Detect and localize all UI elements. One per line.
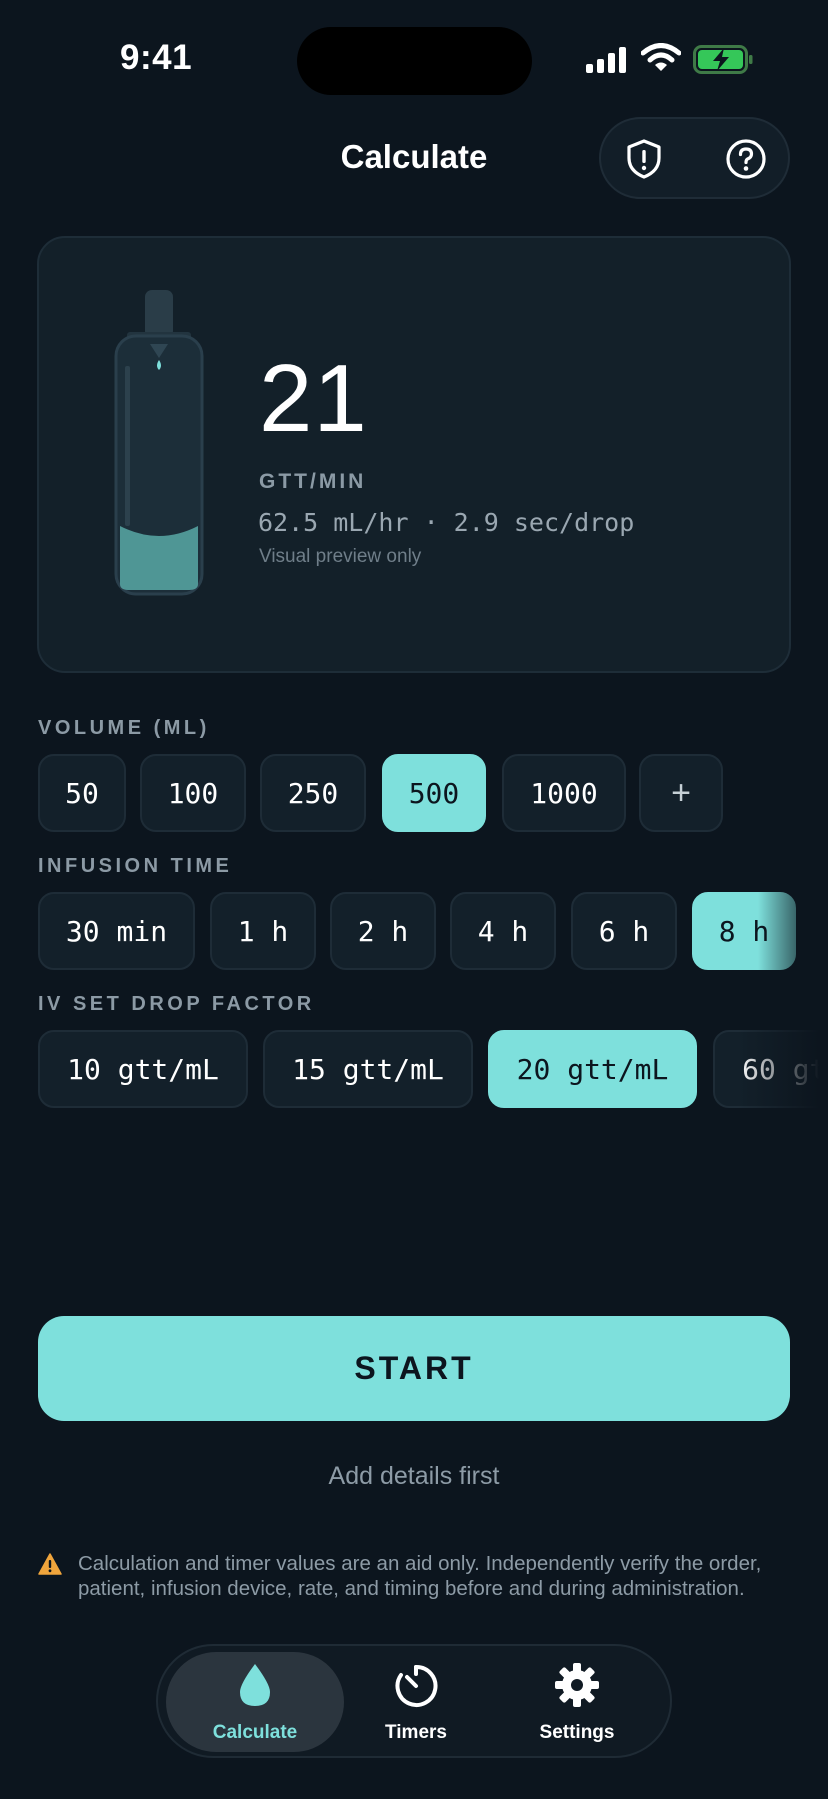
drop-icon: [240, 1664, 270, 1706]
drop-factor-label: IV SET DROP FACTOR: [38, 993, 315, 1015]
iv-bag-illustration: [114, 290, 204, 596]
drip-rate-value: 21: [259, 345, 368, 452]
time-option-30-min[interactable]: 30 min: [38, 892, 195, 970]
time-option-2-h[interactable]: 2 h: [330, 892, 436, 970]
disclaimer-text: Calculation and timer values are an aid …: [78, 1552, 762, 1600]
time-option-4-h[interactable]: 4 h: [450, 892, 556, 970]
tab-label: Settings: [539, 1722, 615, 1743]
infusion-time-options: 30 min 1 h 2 h 4 h 6 h 8 h: [38, 892, 828, 970]
start-button[interactable]: START: [38, 1316, 790, 1421]
volume-option-100[interactable]: 100: [140, 754, 246, 832]
drip-rate-unit: GTT/MIN: [259, 470, 367, 493]
tab-timers[interactable]: Timers: [327, 1652, 505, 1752]
drop-factor-option-15[interactable]: 15 gtt/mL: [263, 1030, 473, 1108]
drop-factor-options: 10 gtt/mL 15 gtt/mL 20 gtt/mL 60 gtt/mL: [38, 1030, 828, 1108]
gear-icon: [555, 1663, 599, 1707]
time-option-8-h[interactable]: 8 h: [692, 892, 796, 970]
help-icon[interactable]: [725, 138, 767, 180]
status-bar: 9:41: [0, 0, 828, 120]
tab-calculate[interactable]: Calculate: [166, 1652, 344, 1752]
drip-preview-card: 21 GTT/MIN 62.5 mL/hr · 2.9 sec/drop Vis…: [37, 236, 791, 673]
status-time: 9:41: [120, 38, 193, 77]
warning-icon: [38, 1553, 62, 1575]
battery-charging-icon: [693, 45, 753, 74]
safety-shield-icon[interactable]: [623, 138, 665, 180]
tab-label: Calculate: [212, 1722, 298, 1743]
start-hint: Add details first: [328, 1462, 500, 1490]
volume-option-50[interactable]: 50: [38, 754, 126, 832]
volume-option-1000[interactable]: 1000: [502, 754, 626, 832]
volume-label: VOLUME (ML): [38, 717, 210, 739]
cellular-signal-icon: [586, 47, 626, 73]
time-option-6-h[interactable]: 6 h: [571, 892, 677, 970]
dynamic-island: [297, 27, 532, 95]
drop-factor-option-10[interactable]: 10 gtt/mL: [38, 1030, 248, 1108]
tab-settings[interactable]: Settings: [488, 1652, 666, 1752]
volume-options: 50 100 250 500 1000 +: [38, 754, 828, 832]
tab-bar: Calculate Timers Settings: [156, 1644, 672, 1758]
tab-label: Timers: [385, 1722, 447, 1743]
volume-option-500[interactable]: 500: [382, 754, 486, 832]
preview-note: Visual preview only: [259, 546, 422, 567]
drop-factor-option-60[interactable]: 60 gtt/mL: [713, 1030, 828, 1108]
add-volume-button[interactable]: +: [639, 754, 723, 832]
time-option-1-h[interactable]: 1 h: [210, 892, 316, 970]
wifi-icon: [641, 43, 681, 71]
volume-option-250[interactable]: 250: [260, 754, 366, 832]
rate-detail: 62.5 mL/hr · 2.9 sec/drop: [258, 508, 635, 537]
drop-factor-option-20[interactable]: 20 gtt/mL: [488, 1030, 697, 1108]
header-actions: [599, 117, 790, 199]
infusion-time-label: INFUSION TIME: [38, 855, 233, 877]
timer-icon: [395, 1664, 438, 1707]
